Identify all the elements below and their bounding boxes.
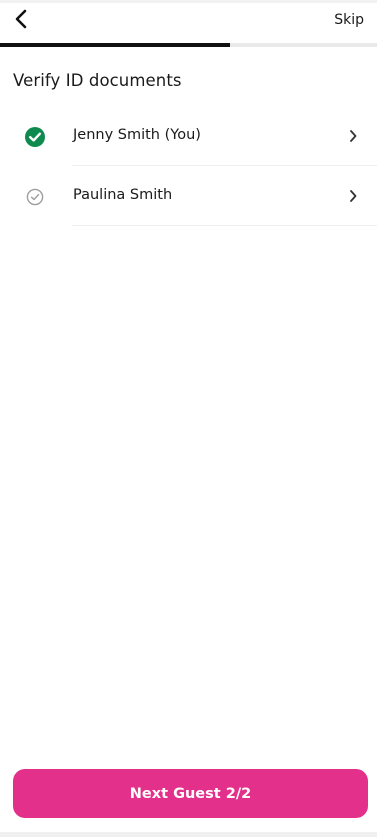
row-divider bbox=[72, 225, 377, 226]
next-guest-button[interactable]: Next Guest 2/2 bbox=[13, 769, 368, 818]
skip-button[interactable]: Skip bbox=[334, 12, 364, 28]
progress-bar bbox=[0, 43, 377, 47]
header: Skip bbox=[0, 3, 377, 43]
verify-id-screen: Skip Verify ID documents Jenny Smith (Yo… bbox=[0, 0, 377, 837]
footer: Next Guest 2/2 bbox=[0, 757, 377, 837]
back-button[interactable] bbox=[8, 7, 34, 35]
guest-name: Jenny Smith (You) bbox=[73, 127, 201, 143]
guest-row-jenny-smith[interactable]: Jenny Smith (You) bbox=[0, 106, 377, 166]
guest-name: Paulina Smith bbox=[73, 187, 173, 203]
home-indicator-strip bbox=[0, 832, 377, 837]
chevron-left-icon bbox=[14, 9, 28, 33]
progress-bar-fill bbox=[0, 43, 230, 47]
chevron-right-icon bbox=[347, 188, 359, 204]
page-title: Verify ID documents bbox=[13, 71, 182, 90]
guest-list: Jenny Smith (You) Paulina Smith bbox=[0, 106, 377, 226]
chevron-right-icon bbox=[347, 128, 359, 144]
check-circle-filled-icon bbox=[24, 126, 46, 148]
guest-row-paulina-smith[interactable]: Paulina Smith bbox=[0, 166, 377, 226]
check-circle-outline-icon bbox=[24, 186, 46, 208]
